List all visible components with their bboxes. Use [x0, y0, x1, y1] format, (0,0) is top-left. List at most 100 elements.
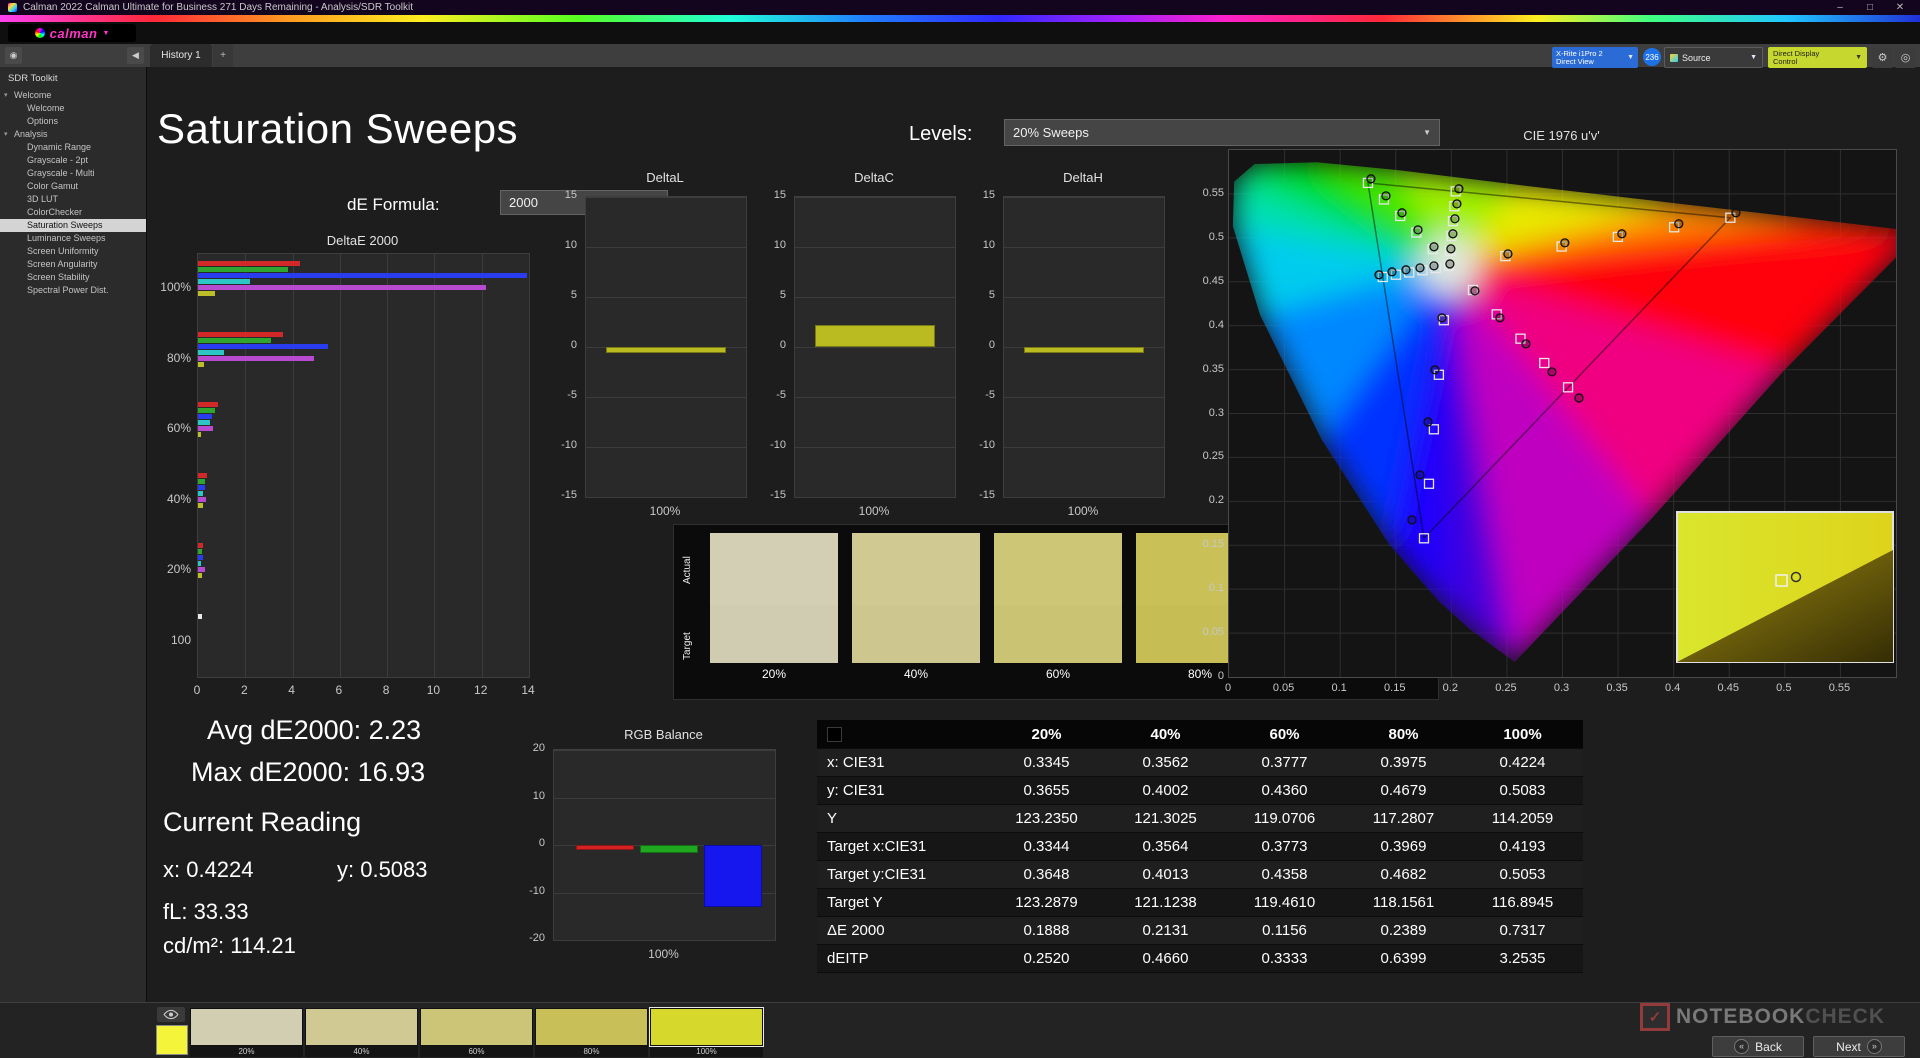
- app-icon: [8, 3, 17, 12]
- row-label: dEITP: [817, 950, 987, 967]
- workflow-options-button[interactable]: ◎: [1895, 47, 1916, 68]
- de-bar: [198, 362, 204, 367]
- row-label: Target x:CIE31: [817, 838, 987, 855]
- sidebar-item-options[interactable]: Options: [0, 115, 146, 128]
- sidebar-item-grayscale-multi[interactable]: Grayscale - Multi: [0, 167, 146, 180]
- y-tick-label: -10: [963, 439, 995, 451]
- value-bar: [606, 347, 726, 353]
- gridline: [482, 254, 483, 677]
- minimize-button[interactable]: –: [1828, 2, 1852, 13]
- sidebar-item-spectral-power-dist[interactable]: Spectral Power Dist.: [0, 284, 146, 297]
- sidebar-item-grayscale-2pt[interactable]: Grayscale - 2pt: [0, 154, 146, 167]
- sidebar-item-label: Luminance Sweeps: [27, 233, 106, 243]
- y-tick-label: 0.35: [1190, 363, 1224, 375]
- measured-red: [1561, 239, 1569, 247]
- row-label: x: CIE31: [817, 754, 987, 771]
- de-bar: [198, 497, 206, 502]
- column-header: 100%: [1463, 726, 1582, 743]
- tab-history-1[interactable]: History 1: [150, 44, 212, 67]
- table-cell: 0.4358: [1225, 866, 1344, 883]
- bottom-swatch-20%[interactable]: 20%: [190, 1008, 303, 1058]
- y-tick-label: 100: [157, 633, 191, 647]
- table-header-row: 20%40%60%80%100%: [817, 720, 1583, 749]
- y-tick-label: 15: [963, 189, 995, 201]
- y-tick-label: 0.05: [1190, 626, 1224, 638]
- measured-blue: [1408, 516, 1416, 524]
- y-tick-label: 0.3: [1190, 407, 1224, 419]
- column-header: 20%: [987, 726, 1106, 743]
- source-label: Source: [1682, 53, 1711, 63]
- measured-magenta: [1496, 314, 1504, 322]
- table-cell: 0.5083: [1463, 782, 1582, 799]
- table-cell: 0.1156: [1225, 922, 1344, 939]
- gridline: [586, 197, 746, 198]
- y-tick-label: 10: [545, 239, 577, 251]
- sidebar-item-3d-lut[interactable]: 3D LUT: [0, 193, 146, 206]
- close-button[interactable]: ✕: [1888, 2, 1912, 13]
- de-bar: [198, 561, 201, 566]
- sidebar-item-screen-stability[interactable]: Screen Stability: [0, 271, 146, 284]
- sidebar-item-welcome[interactable]: Welcome: [0, 102, 146, 115]
- sidebar-item-label: Spectral Power Dist.: [27, 285, 109, 295]
- x-tick-label: 0: [187, 683, 207, 697]
- back-button[interactable]: « Back: [1712, 1036, 1804, 1057]
- sidebar-item-analysis[interactable]: ▾Analysis: [0, 128, 146, 141]
- max-de2000-readout: Max dE2000: 16.93: [191, 757, 425, 788]
- sidebar-item-label: Welcome: [14, 90, 51, 100]
- sidebar-item-welcome[interactable]: ▾Welcome: [0, 89, 146, 102]
- tab-add-button[interactable]: +: [213, 44, 233, 67]
- calman-menu-button[interactable]: calman ▼: [8, 24, 136, 42]
- sidebar-item-saturation-sweeps[interactable]: Saturation Sweeps: [0, 219, 146, 232]
- gridline: [795, 447, 955, 448]
- y-tick-label: -15: [963, 489, 995, 501]
- de-bar: [198, 402, 218, 407]
- bottom-swatch-60%[interactable]: 60%: [420, 1008, 533, 1058]
- sidebar-item-screen-uniformity[interactable]: Screen Uniformity: [0, 245, 146, 258]
- sidebar-item-screen-angularity[interactable]: Screen Angularity: [0, 258, 146, 271]
- sidebar-item-color-gamut[interactable]: Color Gamut: [0, 180, 146, 193]
- sidebar-item-colorchecker[interactable]: ColorChecker: [0, 206, 146, 219]
- maximize-button[interactable]: □: [1858, 2, 1882, 13]
- gridline: [554, 798, 775, 799]
- settings-gear-button[interactable]: ⚙: [1872, 47, 1893, 68]
- bottom-swatch-100%[interactable]: 100%: [650, 1008, 763, 1058]
- measured-cyan: [1375, 271, 1383, 279]
- x-tick-label: 0: [1213, 682, 1243, 694]
- swatch-label: 60%: [420, 1046, 533, 1057]
- measurement-count-badge[interactable]: 236: [1643, 48, 1661, 66]
- gridline: [795, 197, 955, 198]
- y-tick-label: 0: [963, 339, 995, 351]
- x-tick-label: 0.45: [1713, 682, 1743, 694]
- chevron-down-icon: ▼: [1750, 54, 1757, 61]
- sidebar-item-label: Screen Uniformity: [27, 246, 99, 256]
- y-tick-label: -10: [527, 885, 545, 897]
- current-y-readout: y: 0.5083: [337, 857, 428, 883]
- bottom-swatch-80%[interactable]: 80%: [535, 1008, 648, 1058]
- display-control-button[interactable]: Direct Display Control ▼: [1768, 47, 1867, 68]
- bottom-swatch-40%[interactable]: 40%: [305, 1008, 418, 1058]
- next-button[interactable]: Next »: [1813, 1036, 1905, 1057]
- deltae-bar-chart: DeltaE 2000 02468101214100%80%60%40%20%1…: [157, 233, 537, 703]
- visibility-eye-button[interactable]: [157, 1007, 185, 1022]
- sidebar-options-button[interactable]: ◉: [5, 47, 22, 64]
- x-tick-label: 0.35: [1602, 682, 1632, 694]
- de-bar: [198, 285, 486, 290]
- x-tick-label: 0.5: [1769, 682, 1799, 694]
- meter-select-button[interactable]: X-Rite i1Pro 2 Direct View ▼: [1552, 47, 1638, 68]
- table-cell: 0.3777: [1225, 754, 1344, 771]
- de-bar: [198, 503, 203, 508]
- red-bar: [576, 845, 634, 850]
- source-select-button[interactable]: Source ▼: [1664, 47, 1763, 68]
- sidebar-item-label: Color Gamut: [27, 181, 78, 191]
- y-tick-label: 0.55: [1190, 187, 1224, 199]
- sidebar: SDR Toolkit ▾WelcomeWelcomeOptions▾Analy…: [0, 67, 147, 1002]
- calman-logo-icon: [35, 28, 45, 38]
- sidebar-item-dynamic-range[interactable]: Dynamic Range: [0, 141, 146, 154]
- back-arrow-icon: «: [1734, 1039, 1749, 1054]
- sidebar-collapse-button[interactable]: ◀: [127, 47, 144, 64]
- sidebar-item-luminance-sweeps[interactable]: Luminance Sweeps: [0, 232, 146, 245]
- cie-plot: [1228, 149, 1897, 678]
- gridline: [1004, 447, 1164, 448]
- swatch-label: 20%: [710, 667, 838, 681]
- measured-magenta: [1575, 394, 1583, 402]
